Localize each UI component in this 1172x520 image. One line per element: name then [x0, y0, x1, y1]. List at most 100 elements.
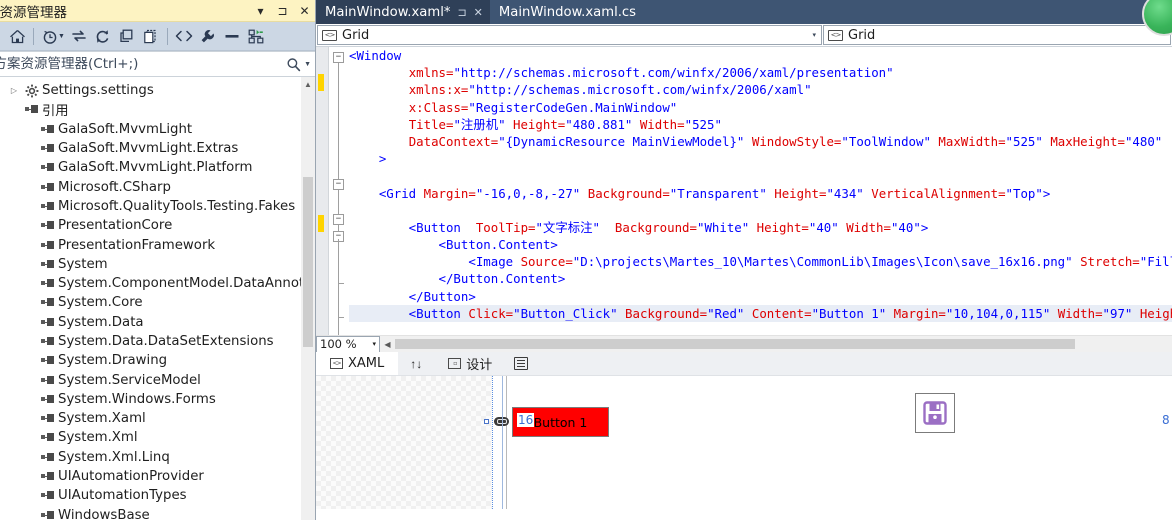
view-code-icon[interactable] — [172, 25, 196, 47]
code-line[interactable]: <Image Source="D:\projects\Martes_10\Mar… — [349, 253, 1172, 270]
tab-mainwindow-xaml-cs[interactable]: MainWindow.xaml.cs — [489, 0, 644, 24]
code-line[interactable]: <Button.Content> — [349, 236, 1172, 253]
close-icon[interactable]: ✕ — [298, 5, 311, 17]
element-selector-dropdown[interactable]: <> Grid ▾ — [317, 25, 822, 45]
fold-toggle-grid[interactable]: − — [333, 179, 344, 190]
tree-item[interactable]: ▷ Settings.settings — [0, 81, 315, 100]
tree-item[interactable]: System.Data — [0, 313, 315, 332]
chevron-down-icon[interactable]: ▾ — [812, 31, 816, 39]
tree-item[interactable]: System.Xml.Linq — [0, 448, 315, 467]
chevron-down-icon[interactable]: ▾ — [372, 340, 376, 348]
tree-item[interactable]: 引用 — [0, 100, 315, 119]
tree-item[interactable]: Microsoft.CSharp — [0, 177, 315, 196]
dash-icon[interactable] — [220, 25, 244, 47]
chevron-down-icon[interactable]: ▼ — [304, 61, 311, 68]
code-line[interactable]: DataContext="{DynamicResource MainViewMo… — [349, 133, 1172, 150]
pin-icon[interactable]: ⊐ — [276, 5, 289, 17]
code-text-area[interactable]: <Window xmlns="http://schemas.microsoft.… — [349, 47, 1172, 335]
tree-scrollbar[interactable]: ▲ — [301, 77, 315, 520]
pin-icon[interactable]: ⊐ — [457, 6, 466, 19]
code-line[interactable]: </Button.Content> — [349, 270, 1172, 287]
tab-xaml-view[interactable]: <> XAML — [316, 352, 399, 375]
solution-explorer-search[interactable]: ▼ — [0, 51, 315, 77]
tree-item[interactable]: System.Drawing — [0, 351, 315, 370]
tree-item[interactable]: PresentationFramework — [0, 235, 315, 254]
search-input[interactable] — [0, 56, 295, 72]
tree-item[interactable]: UIAutomationProvider — [0, 467, 315, 486]
code-line[interactable]: x:Class="RegisterCodeGen.MainWindow" — [349, 99, 1172, 116]
tab-mainwindow-xaml[interactable]: MainWindow.xaml* ⊐ ✕ — [316, 0, 490, 24]
class-view-icon[interactable] — [244, 25, 268, 47]
toolbar-separator-1 — [33, 27, 34, 45]
tree-item[interactable]: System.Xaml — [0, 409, 315, 428]
code-token: "Button 1" — [811, 305, 887, 321]
left-margin-handle[interactable] — [484, 419, 489, 424]
code-token: MaxWidth= — [938, 133, 1006, 149]
swap-panes-button[interactable]: ↑↓ — [398, 352, 434, 375]
solution-explorer-tree[interactable]: ▷ Settings.settings 引用 GalaSoft.MvvmLight Ga… — [0, 77, 315, 520]
tree-item[interactable]: System.Xml — [0, 428, 315, 447]
tree-item[interactable]: Microsoft.QualityTools.Testing.Fakes — [0, 197, 315, 216]
code-line[interactable]: <Window — [349, 47, 1172, 64]
outlining-margin[interactable]: − − − − — [329, 47, 349, 335]
properties-window-button[interactable] — [506, 352, 536, 375]
tab-design-view[interactable]: ▫ 设计 — [434, 352, 506, 375]
code-line[interactable] — [349, 167, 1172, 184]
tree-item[interactable]: WindowsBase — [0, 506, 315, 520]
expand-arrow-icon[interactable]: ▷ — [6, 86, 22, 95]
horizontal-scrollbar-track[interactable] — [395, 337, 1172, 351]
scroll-left-arrow[interactable]: ◀ — [380, 340, 395, 349]
design-save-button[interactable] — [914, 392, 956, 434]
tree-item[interactable]: PresentationCore — [0, 216, 315, 235]
properties-wrench-icon[interactable] — [196, 25, 220, 47]
member-selector-dropdown[interactable]: <> Grid — [823, 25, 1171, 45]
code-line[interactable] — [349, 322, 1172, 335]
reference-icon — [38, 433, 58, 442]
scroll-up-arrow[interactable]: ▲ — [301, 77, 315, 92]
sync-icon[interactable] — [67, 25, 91, 47]
code-line[interactable] — [349, 202, 1172, 219]
xaml-code-editor[interactable]: − − − − <Window xmlns="http://schemas.mi… — [316, 47, 1172, 335]
xaml-designer-surface[interactable]: Button 1 16 8 — [316, 376, 1172, 509]
chevron-down-icon[interactable]: ▼ — [58, 33, 65, 40]
tree-item[interactable]: System — [0, 255, 315, 274]
design-artboard[interactable]: Button 1 16 8 — [484, 376, 1172, 509]
tree-item-label: System.Data.DataSetExtensions — [58, 334, 274, 349]
code-line[interactable]: Title="注册机" Height="480.881" Width="525" — [349, 116, 1172, 133]
tree-item[interactable]: System.Core — [0, 293, 315, 312]
code-line[interactable]: <Button ToolTip="文字标注" Background="White… — [349, 219, 1172, 236]
tree-item[interactable]: UIAutomationTypes — [0, 486, 315, 505]
close-icon[interactable]: ✕ — [474, 6, 483, 19]
tree-item[interactable]: GalaSoft.MvvmLight.Platform — [0, 158, 315, 177]
code-line[interactable]: <Button Click="Button_Click" Background=… — [349, 304, 1172, 322]
code-line[interactable]: <Grid Margin="-16,0,-8,-27" Background="… — [349, 185, 1172, 202]
reference-icon — [38, 163, 58, 172]
editor-footer-bar: 100 % ▾ ◀ — [316, 335, 1172, 353]
chevron-down-icon[interactable]: ▾ — [254, 5, 267, 17]
code-line[interactable]: > — [349, 150, 1172, 167]
tree-item[interactable]: System.Windows.Forms — [0, 390, 315, 409]
home-icon[interactable] — [5, 25, 29, 47]
reference-icon — [38, 201, 58, 211]
code-token: Height= — [513, 116, 566, 132]
tree-item-label: System — [58, 256, 108, 272]
show-all-files-icon[interactable] — [139, 25, 163, 47]
code-line[interactable]: xmlns:x="http://schemas.microsoft.com/wi… — [349, 81, 1172, 98]
zoom-level-dropdown[interactable]: 100 % ▾ — [316, 335, 380, 353]
collapse-all-icon[interactable] — [115, 25, 139, 47]
tree-item[interactable]: System.ServiceModel — [0, 370, 315, 389]
horizontal-scrollbar-thumb[interactable] — [395, 339, 1075, 349]
reference-icon — [38, 472, 58, 481]
tree-item[interactable]: GalaSoft.MvvmLight — [0, 120, 315, 139]
scrollbar-thumb[interactable] — [303, 177, 313, 347]
code-line[interactable]: xmlns="http://schemas.microsoft.com/winf… — [349, 64, 1172, 81]
tree-item[interactable]: System.Data.DataSetExtensions — [0, 332, 315, 351]
tree-item[interactable]: GalaSoft.MvvmLight.Extras — [0, 139, 315, 158]
code-line[interactable]: </Button> — [349, 288, 1172, 305]
search-icon[interactable] — [286, 57, 301, 72]
refresh-icon[interactable] — [91, 25, 115, 47]
fold-toggle-button[interactable]: − — [333, 214, 344, 225]
fold-toggle-window[interactable]: − — [333, 52, 344, 63]
tree-item[interactable]: System.ComponentModel.DataAnnotations — [0, 274, 315, 293]
